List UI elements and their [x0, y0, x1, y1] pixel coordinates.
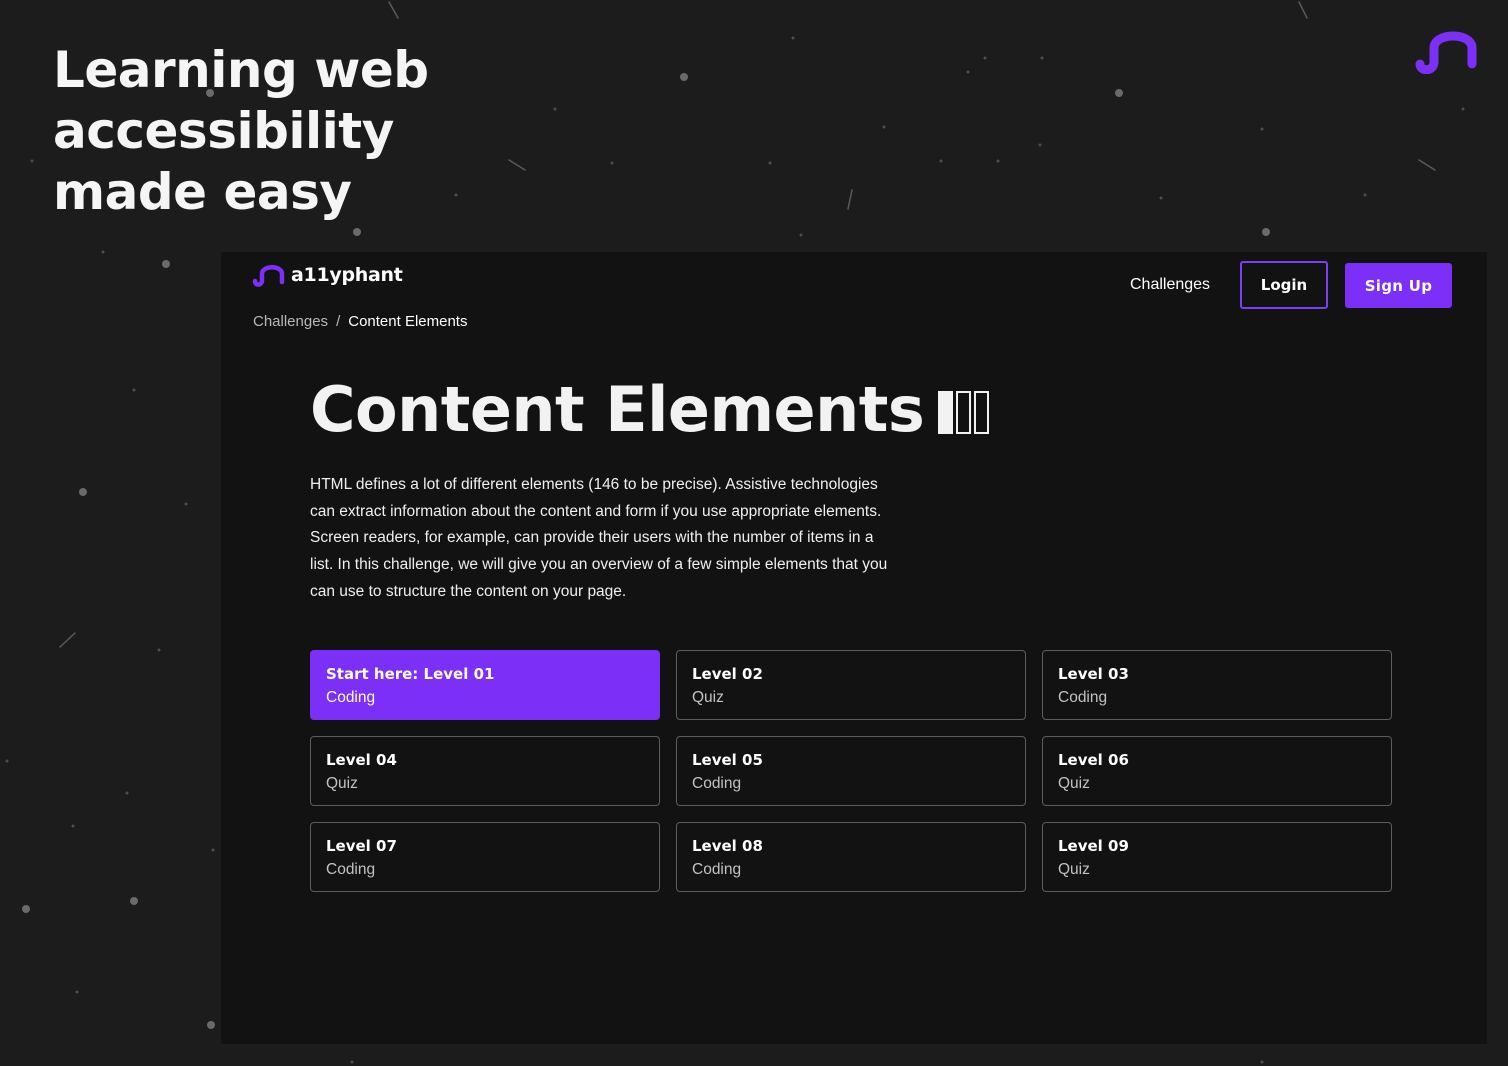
level-card-06[interactable]: Level 06 Quiz: [1042, 736, 1392, 806]
level-type: Coding: [326, 861, 376, 878]
level-name: Level 05: [692, 751, 763, 769]
level-name: Level 06: [1058, 751, 1129, 769]
level-name: Level 07: [326, 837, 397, 855]
login-button[interactable]: Login: [1240, 261, 1328, 309]
challenge-description: HTML defines a lot of different elements…: [310, 476, 888, 600]
level-type: Coding: [1058, 689, 1108, 706]
level-type: Coding: [692, 861, 742, 878]
sign-up-button[interactable]: Sign Up: [1345, 263, 1452, 308]
app-window: a11yphant Challenges Login Sign Up Chall…: [221, 252, 1487, 1044]
level-name: Level 04: [326, 751, 397, 769]
hero-heading-line: Learning web: [53, 41, 429, 99]
level-card-04[interactable]: Level 04 Quiz: [310, 736, 660, 806]
level-card-05[interactable]: Level 05 Coding: [676, 736, 1026, 806]
level-card-03[interactable]: Level 03 Coding: [1042, 650, 1392, 720]
logo-text: a11yphant: [291, 264, 403, 286]
level-type: Coding: [326, 689, 376, 706]
level-type: Quiz: [326, 775, 358, 792]
hero-heading: Learning web accessibility made easy: [53, 40, 473, 223]
breadcrumb-current: Content Elements: [348, 313, 468, 330]
level-type: Quiz: [1058, 775, 1090, 792]
a11yphant-logo-icon: [252, 265, 285, 287]
hero-heading-line: made easy: [53, 163, 352, 221]
page-title: Content Elements: [310, 370, 990, 450]
level-type: Coding: [692, 775, 742, 792]
breadcrumb: Challenges / Content Elements: [253, 313, 467, 330]
level-card-02[interactable]: Level 02 Quiz: [676, 650, 1026, 720]
level-name: Level 02: [692, 665, 763, 683]
level-name: Level 09: [1058, 837, 1129, 855]
logo[interactable]: a11yphant: [252, 263, 403, 287]
breadcrumb-link-challenges[interactable]: Challenges: [253, 313, 328, 330]
level-card-07[interactable]: Level 07 Coding: [310, 822, 660, 892]
nav-link-challenges[interactable]: Challenges: [1130, 276, 1210, 294]
level-card-01[interactable]: Start here: Level 01 Coding: [310, 650, 660, 720]
level-name: Level 08: [692, 837, 763, 855]
level-type: Quiz: [1058, 861, 1090, 878]
level-name: Start here: Level 01: [326, 665, 495, 683]
content-elements-icon: [938, 390, 990, 434]
a11yphant-brand-icon: [1415, 31, 1477, 74]
level-card-08[interactable]: Level 08 Coding: [676, 822, 1026, 892]
level-grid: Start here: Level 01 Coding Level 02 Qui…: [310, 650, 1392, 892]
level-type: Quiz: [692, 689, 724, 706]
level-card-09[interactable]: Level 09 Quiz: [1042, 822, 1392, 892]
hero-heading-line: accessibility: [53, 102, 394, 160]
breadcrumb-separator: /: [336, 313, 341, 330]
level-name: Level 03: [1058, 665, 1129, 683]
page-title-text: Content Elements: [310, 373, 925, 446]
